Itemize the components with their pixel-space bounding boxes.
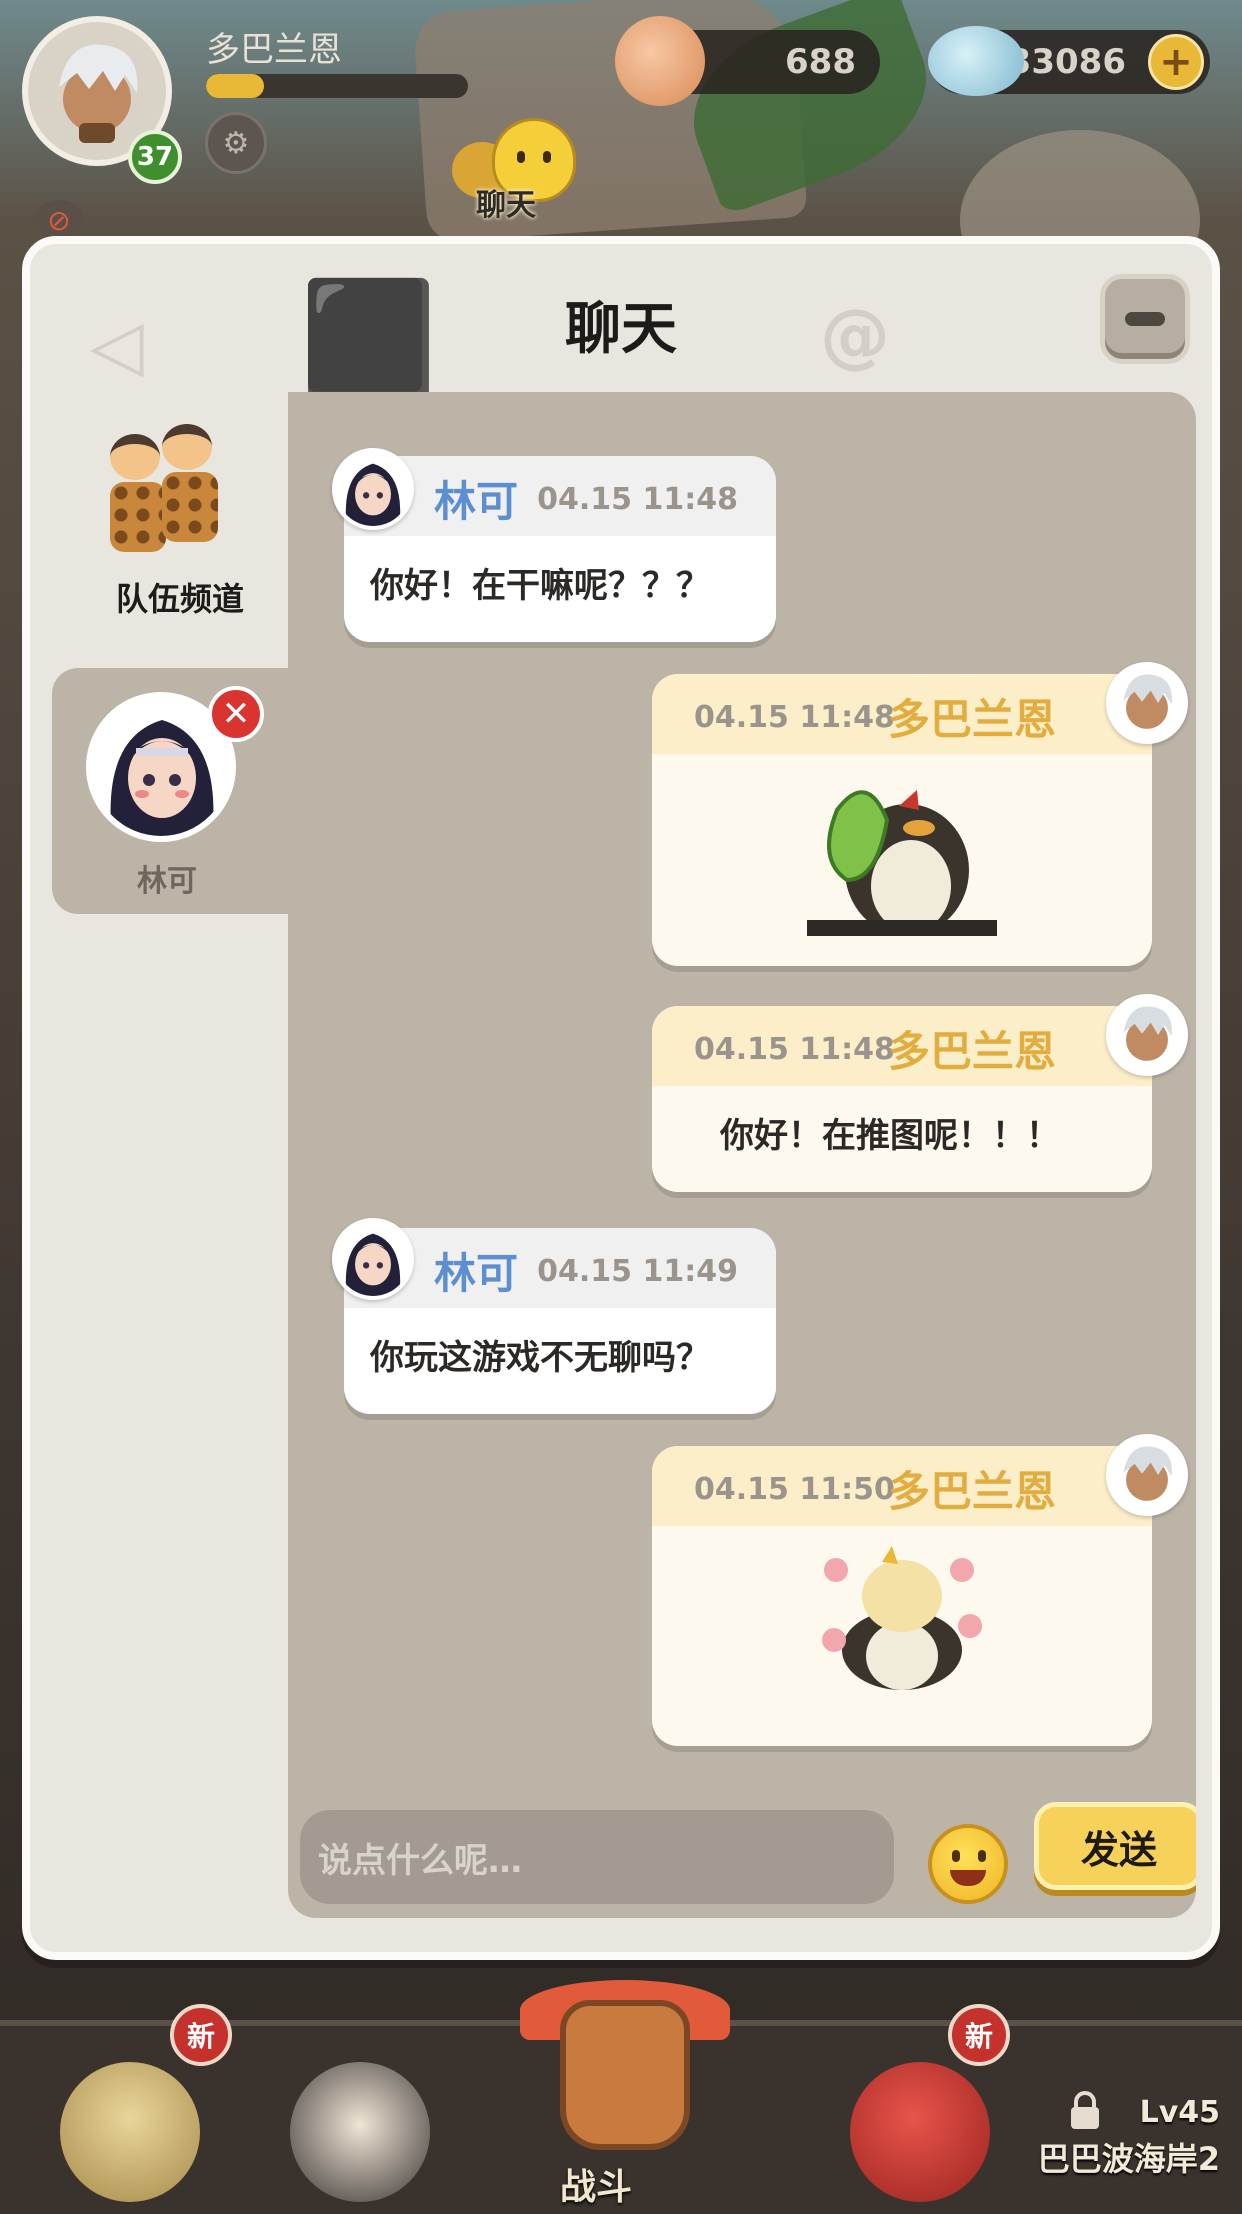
pearl-icon bbox=[928, 26, 1024, 96]
new-badge: 新 bbox=[948, 2004, 1010, 2066]
channel-team[interactable]: 队伍频道 bbox=[70, 412, 270, 632]
nav-pet-button[interactable] bbox=[260, 2040, 450, 2208]
locked-area-button[interactable]: Lv45 巴巴波海岸2 bbox=[1030, 2095, 1220, 2180]
message-sender: 多巴兰恩 bbox=[887, 1027, 1056, 1076]
message-list[interactable]: 林可 04.15 11:48 你好！在干嘛呢？？？ 04.15 11:48 多巴… bbox=[288, 392, 1196, 1918]
team-cavemen-icon bbox=[110, 424, 230, 554]
message-header: 04.15 11:50 多巴兰恩 bbox=[652, 1446, 1152, 1526]
self-avatar[interactable] bbox=[1106, 662, 1188, 744]
new-badge: 新 bbox=[170, 2004, 232, 2066]
message-time: 04.15 11:48 bbox=[694, 700, 895, 735]
message-time: 04.15 11:49 bbox=[537, 1254, 738, 1289]
message-time: 04.15 11:48 bbox=[537, 482, 738, 517]
experience-bar-fill bbox=[206, 74, 264, 98]
player-portrait-icon bbox=[1110, 998, 1184, 1072]
sender-avatar[interactable] bbox=[332, 448, 414, 530]
chat-panel: ◁ ⬛ @ 聊天 队伍频道 ✕ 林可 林可 04.15 11:48 你好！在干嘛… bbox=[22, 236, 1220, 1960]
message-input[interactable]: 说点什么呢… bbox=[300, 1810, 894, 1904]
battle-button[interactable] bbox=[520, 1980, 730, 2170]
channel-private-selected[interactable]: ✕ 林可 bbox=[52, 668, 302, 914]
girl-portrait-icon bbox=[336, 1222, 410, 1296]
experience-bar bbox=[206, 74, 468, 98]
penguin-flowers-sticker-icon[interactable] bbox=[812, 1540, 992, 1690]
no-entry-icon[interactable]: ⊘ bbox=[34, 200, 84, 240]
message-text: 你好！在推图呢！！！ bbox=[720, 1116, 1060, 1156]
nav-hero-button[interactable] bbox=[30, 2040, 220, 2208]
message-text: 你好！在干嘛呢？？？ bbox=[370, 566, 710, 606]
emoji-picker-button[interactable] bbox=[928, 1824, 1008, 1904]
locked-level: Lv45 bbox=[1139, 2095, 1220, 2130]
message-sender: 多巴兰恩 bbox=[887, 695, 1056, 744]
settings-gear-icon[interactable]: ⚙ bbox=[205, 112, 267, 174]
penguin-leaf-sticker-icon[interactable] bbox=[807, 770, 997, 940]
minus-icon bbox=[1125, 312, 1165, 326]
message-input-placeholder: 说点什么呢… bbox=[318, 1840, 522, 1881]
sender-avatar[interactable] bbox=[332, 1218, 414, 1300]
caveman-figure bbox=[162, 424, 218, 544]
chat-shortcut-label: 聊天 bbox=[476, 188, 536, 223]
self-avatar[interactable] bbox=[1106, 1434, 1188, 1516]
message-sender: 林可 bbox=[434, 477, 519, 526]
channel-team-label: 队伍频道 bbox=[115, 580, 244, 618]
shell-count: 688 bbox=[785, 42, 856, 82]
message-bubble-outgoing: 04.15 11:48 多巴兰恩 bbox=[652, 674, 1152, 966]
battle-label: 战斗 bbox=[560, 2167, 633, 2208]
chat-shortcut-button[interactable]: 聊天 bbox=[452, 112, 588, 223]
player-name: 多巴兰恩 bbox=[206, 30, 342, 70]
message-header: 04.15 11:48 多巴兰恩 bbox=[652, 674, 1152, 754]
caveman-figure bbox=[110, 434, 166, 554]
locked-area-name: 巴巴波海岸2 bbox=[1037, 2140, 1220, 2178]
player-portrait-icon bbox=[1110, 666, 1184, 740]
message-time: 04.15 11:50 bbox=[694, 1472, 895, 1507]
girl-portrait-icon bbox=[336, 452, 410, 526]
totem-mask-icon bbox=[560, 2000, 690, 2150]
message-header: 04.15 11:48 多巴兰恩 bbox=[652, 1006, 1152, 1086]
add-currency-button[interactable]: + bbox=[1148, 34, 1204, 90]
channel-private-label: 林可 bbox=[137, 864, 197, 899]
message-bubble-outgoing: 04.15 11:50 多巴兰恩 bbox=[652, 1446, 1152, 1746]
message-text: 你玩这游戏不无聊吗？ bbox=[370, 1338, 710, 1378]
red-dino-icon bbox=[850, 2062, 990, 2202]
player-level-badge: 37 bbox=[128, 130, 182, 184]
self-avatar[interactable] bbox=[1106, 994, 1188, 1076]
message-sender: 林可 bbox=[434, 1249, 519, 1298]
close-channel-button[interactable]: ✕ bbox=[208, 686, 264, 742]
message-sender: 多巴兰恩 bbox=[887, 1467, 1056, 1516]
player-portrait-icon bbox=[1110, 1438, 1184, 1512]
masked-warrior-icon bbox=[290, 2062, 430, 2202]
message-time: 04.15 11:48 bbox=[694, 1032, 895, 1067]
shell-icon bbox=[615, 16, 705, 106]
player-portrait-icon bbox=[59, 44, 138, 143]
send-button[interactable]: 发送 bbox=[1034, 1802, 1196, 1890]
panel-title: 聊天 bbox=[565, 297, 677, 362]
straw-hero-icon bbox=[60, 2062, 200, 2202]
minimize-button[interactable] bbox=[1100, 274, 1190, 364]
message-bubble-outgoing: 04.15 11:48 多巴兰恩 你好！在推图呢！！！ bbox=[652, 1006, 1152, 1192]
